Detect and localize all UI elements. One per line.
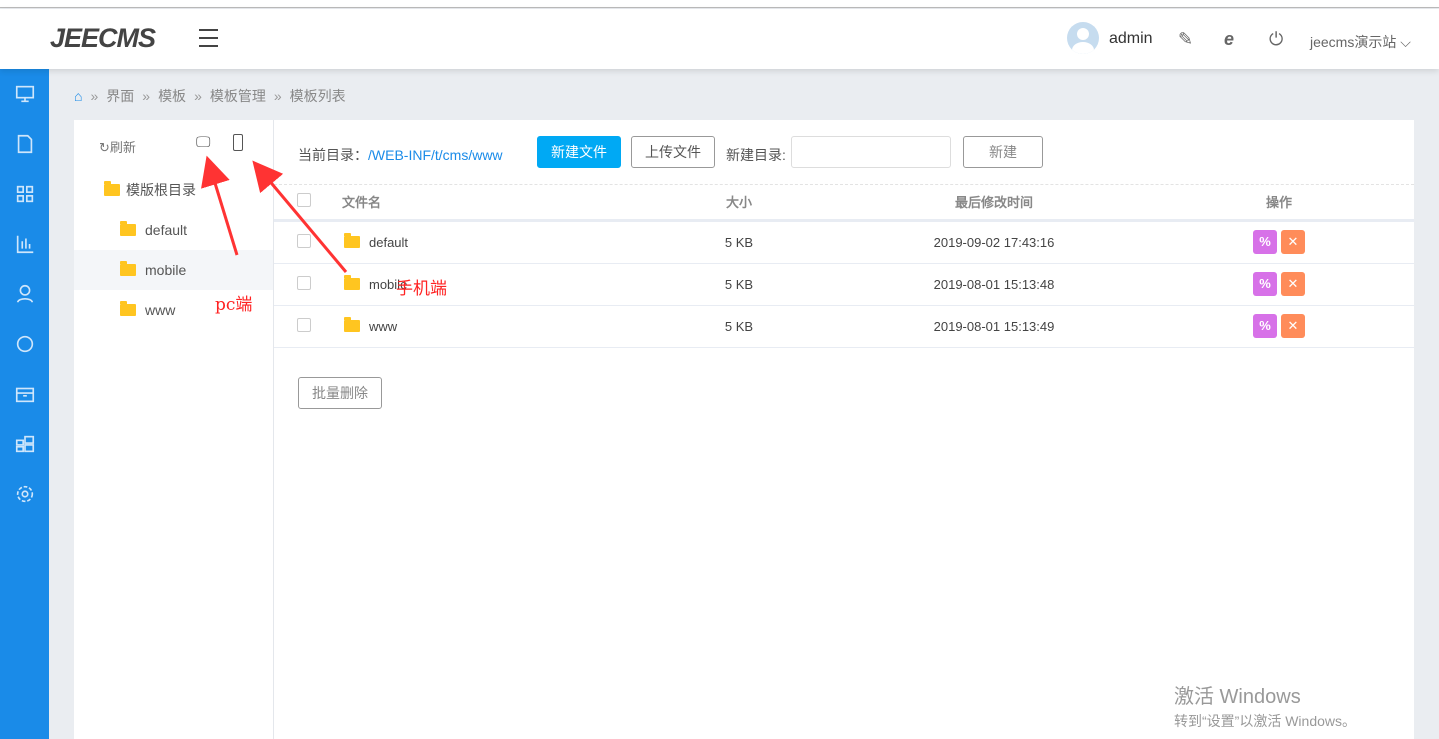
sidebar [0,69,49,739]
sidebar-chart-icon[interactable] [0,219,49,269]
current-directory: 当前目录：/WEB-INF/t/cms/www [298,147,503,163]
delete-button[interactable]: ✕ [1281,272,1305,296]
sidebar-user-icon[interactable] [0,269,49,319]
tree-item[interactable]: mobile [74,250,273,290]
tree-label: default [145,222,188,238]
edit-profile-icon[interactable]: ✎ [1178,29,1193,50]
rename-button[interactable]: % [1253,314,1277,338]
table-row: www 5 KB 2019-08-01 15:13:49 % ✕ [274,305,1414,348]
folder-icon [344,233,360,248]
folder-icon [120,301,136,316]
file-size: 5 KB [634,263,844,306]
col-actions: 操作 [1144,185,1414,222]
folder-icon [120,221,136,236]
sidebar-gear-icon[interactable] [0,469,49,519]
sidebar-grid-icon[interactable] [0,169,49,219]
folder-open-icon [104,181,120,196]
folder-icon [344,317,360,332]
sidebar-shield-icon[interactable] [0,319,49,369]
refresh-button[interactable]: ↻刷新 [99,137,136,156]
new-dir-input[interactable] [791,136,951,168]
delete-button[interactable]: ✕ [1281,314,1305,338]
delete-button[interactable]: ✕ [1281,230,1305,254]
select-all-checkbox[interactable] [297,193,311,208]
sidebar-monitor-icon[interactable] [0,69,49,119]
current-directory-link[interactable]: /WEB-INF/t/cms/www [368,147,503,163]
new-file-button[interactable]: 新建文件 [537,136,621,168]
windows-watermark: 激活 Windows 转到“设置”以激活 Windows。 [1174,680,1356,731]
col-mtime: 最后修改时间 [844,185,1144,222]
file-size: 5 KB [634,220,844,264]
chevron-down-icon: ⌵ [1400,34,1411,50]
file-list-area: 当前目录：/WEB-INF/t/cms/www 新建文件 上传文件 新建目录: … [274,120,1414,739]
mobile-annotation: 手机端 [396,279,447,299]
file-name[interactable]: default [369,235,408,250]
row-checkbox[interactable] [297,275,311,290]
directory-tree: ↻刷新 🖵 模版根目录 default mobile www [74,120,274,739]
file-mtime: 2019-08-01 15:13:48 [844,263,1144,306]
file-size: 5 KB [634,305,844,348]
new-dir-label: 新建目录: [726,147,786,163]
power-icon[interactable]: ⏻ [1269,29,1283,50]
tree-item[interactable]: default [74,210,273,250]
breadcrumb-item[interactable]: 模板管理 [210,86,266,106]
tree-label: 模版根目录 [126,182,196,198]
refresh-label: 刷新 [109,140,136,155]
file-mtime: 2019-09-02 17:43:16 [844,220,1144,264]
breadcrumb-item: 模板列表 [289,88,346,104]
tree-root[interactable]: 模版根目录 [74,170,273,210]
site-name: jeecms演示站 [1310,34,1397,50]
breadcrumb: ⌂ » 界面 » 模板 » 模板管理 » 模板列表 [74,86,346,106]
breadcrumb-item[interactable]: 模板 [158,86,186,106]
create-dir-button[interactable]: 新建 [963,136,1043,168]
table-row: default 5 KB 2019-09-02 17:43:16 % ✕ [274,220,1414,264]
folder-icon [120,261,136,276]
refresh-icon: ↻ [99,140,110,155]
avatar[interactable] [1067,22,1099,54]
file-table: 文件名 大小 最后修改时间 操作 default 5 KB 2019-09-02… [274,185,1414,348]
col-name: 文件名 [334,185,634,222]
menu-toggle-icon[interactable] [199,29,218,47]
breadcrumb-item[interactable]: 界面 [106,86,134,106]
sidebar-package-icon[interactable] [0,369,49,419]
content-panel: ↻刷新 🖵 模版根目录 default mobile www 当前目录：/WEB… [74,120,1414,739]
header: JEECMS admin ✎ e ⏻ jeecms演示站 ⌵ [0,9,1439,69]
watermark-title: 激活 Windows [1174,686,1301,708]
username[interactable]: admin [1109,30,1153,48]
col-size: 大小 [634,185,844,222]
rename-button[interactable]: % [1253,272,1277,296]
folder-icon [344,275,360,290]
browser-e-icon[interactable]: e [1224,29,1234,50]
logo: JEECMS [50,23,156,53]
pc-annotation: pc端 [215,295,253,315]
upload-file-button[interactable]: 上传文件 [631,136,715,168]
pc-view-icon[interactable]: 🖵 [196,134,210,151]
table-header: 文件名 大小 最后修改时间 操作 [274,185,1414,222]
tree-label: www [145,302,176,318]
row-checkbox[interactable] [297,317,311,332]
watermark-sub: 转到“设置”以激活 Windows。 [1174,713,1357,729]
file-mtime: 2019-08-01 15:13:49 [844,305,1144,348]
row-checkbox[interactable] [297,233,311,248]
site-selector[interactable]: jeecms演示站 ⌵ [1310,32,1411,52]
file-name[interactable]: www [369,319,397,334]
batch-delete-button[interactable]: 批量删除 [298,377,382,409]
sidebar-apps-icon[interactable] [0,419,49,469]
home-icon[interactable]: ⌂ [74,88,82,104]
mobile-view-icon[interactable] [233,134,243,151]
rename-button[interactable]: % [1253,230,1277,254]
tree-label: mobile [145,262,187,278]
sidebar-file-icon[interactable] [0,119,49,169]
browser-edge [0,0,1439,8]
